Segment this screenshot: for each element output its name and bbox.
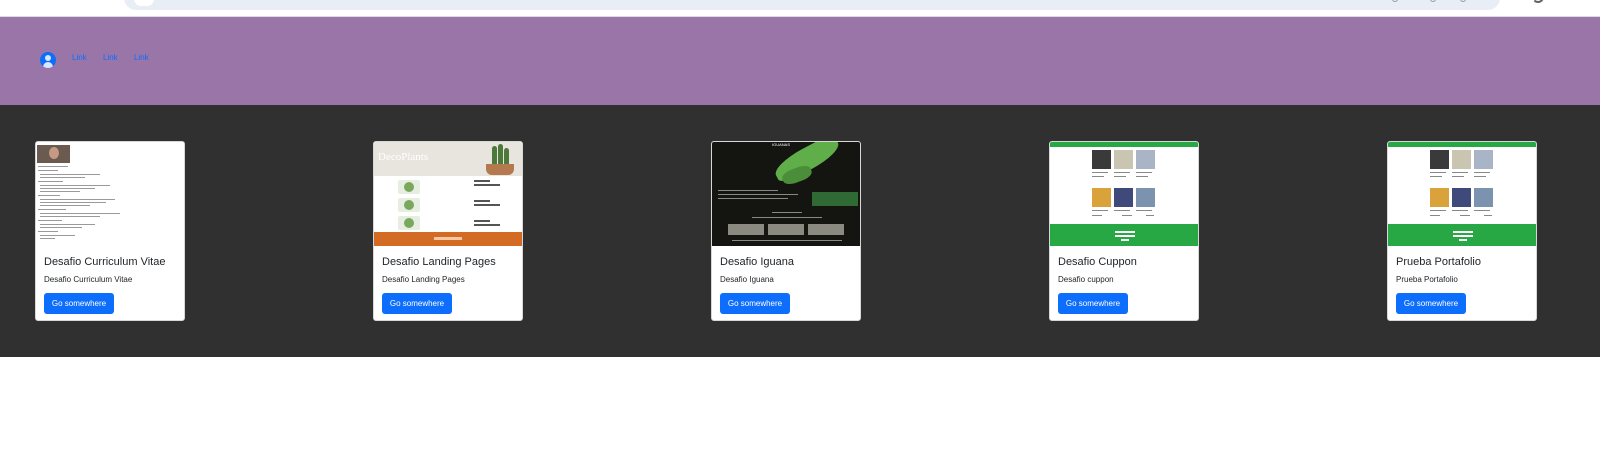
navbar: Link Link Link bbox=[0, 17, 1600, 105]
projects-section: Desafio Curriculum Vitae Desafio Curricu… bbox=[0, 105, 1600, 357]
card-text: Desafio Iguana bbox=[720, 275, 774, 284]
card-iguana: IGUANAS Desafio Iguana Desafio Iguana Go… bbox=[711, 141, 861, 321]
iguana-thumb-title: IGUANAS bbox=[772, 142, 791, 147]
go-somewhere-button[interactable]: Go somewhere bbox=[44, 293, 114, 314]
plant-pot-icon bbox=[486, 164, 514, 175]
browser-toolbar bbox=[0, 0, 1600, 17]
card-title: Desafio Curriculum Vitae bbox=[44, 256, 166, 268]
card-image-cv bbox=[36, 142, 184, 246]
go-somewhere-button[interactable]: Go somewhere bbox=[1058, 293, 1128, 314]
landing-footer-band bbox=[374, 232, 522, 246]
nav-link-2[interactable]: Link bbox=[103, 53, 118, 62]
address-bar[interactable] bbox=[124, 0, 1500, 10]
nav-link-1[interactable]: Link bbox=[72, 53, 87, 62]
card-curriculum-vitae: Desafio Curriculum Vitae Desafio Curricu… bbox=[35, 141, 185, 321]
landing-thumb-title: DecoPlants bbox=[378, 151, 429, 163]
card-title: Desafio Iguana bbox=[720, 256, 794, 268]
card-title: Prueba Portafolio bbox=[1396, 256, 1481, 268]
portafolio-footer bbox=[1388, 224, 1536, 246]
profile-icon[interactable] bbox=[1532, 0, 1544, 3]
card-cuppon: Desafio Cuppon Desafio cuppon Go somewhe… bbox=[1049, 141, 1199, 321]
card-image-landing: DecoPlants bbox=[374, 142, 522, 246]
card-image-portafolio bbox=[1388, 142, 1536, 246]
landing-hero: DecoPlants bbox=[374, 142, 522, 176]
nav-link-3[interactable]: Link bbox=[134, 53, 149, 62]
go-somewhere-button[interactable]: Go somewhere bbox=[720, 293, 790, 314]
page-background bbox=[0, 357, 1600, 475]
cuppon-footer bbox=[1050, 224, 1198, 246]
card-text: Prueba Portafolio bbox=[1396, 275, 1458, 284]
card-landing-pages: DecoPlants Desafio Landing Pages Desafio… bbox=[373, 141, 523, 321]
go-somewhere-button[interactable]: Go somewhere bbox=[382, 293, 452, 314]
iguana-photo bbox=[812, 192, 858, 206]
user-circle-icon[interactable] bbox=[40, 52, 56, 68]
go-somewhere-button[interactable]: Go somewhere bbox=[1396, 293, 1466, 314]
card-text: Desafio cuppon bbox=[1058, 275, 1114, 284]
card-title: Desafio Cuppon bbox=[1058, 256, 1137, 268]
card-image-cuppon bbox=[1050, 142, 1198, 246]
card-image-iguana: IGUANAS bbox=[712, 142, 860, 246]
card-text: Desafio Landing Pages bbox=[382, 275, 465, 284]
card-text: Desafio Curriculum Vitae bbox=[44, 275, 133, 284]
card-portafolio: Prueba Portafolio Prueba Portafolio Go s… bbox=[1387, 141, 1537, 321]
cv-photo bbox=[37, 145, 70, 163]
card-title: Desafio Landing Pages bbox=[382, 256, 496, 268]
